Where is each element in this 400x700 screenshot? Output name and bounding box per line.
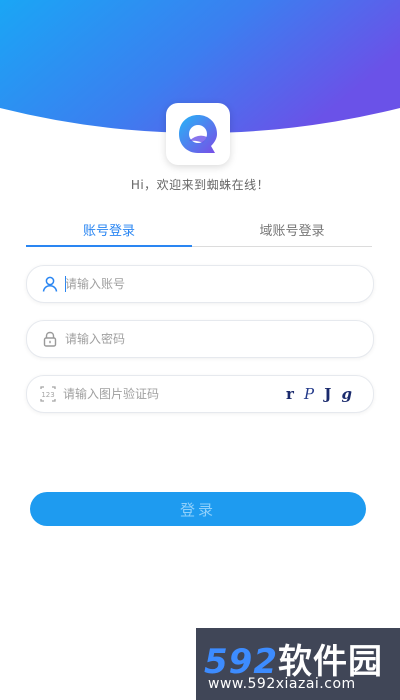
lock-icon <box>43 331 57 347</box>
login-tabs: 账号登录 域账号登录 <box>26 222 372 248</box>
tab-divider <box>192 246 372 247</box>
captcha-char: J <box>324 385 332 403</box>
welcome-text: Hi，欢迎来到蜘蛛在线！ <box>130 178 270 192</box>
active-tab-indicator <box>26 245 192 247</box>
tab-domain-login[interactable]: 域账号登录 <box>212 222 372 242</box>
watermark: 592软件园 www.592xiazai.com <box>196 628 400 700</box>
account-field[interactable] <box>26 265 374 303</box>
password-input[interactable] <box>65 329 285 349</box>
app-logo-icon <box>179 115 217 153</box>
login-button[interactable]: 登录 <box>30 492 366 526</box>
captcha-icon: 123 <box>40 386 56 402</box>
captcha-image[interactable]: r P J g <box>281 382 357 406</box>
captcha-char: g <box>341 385 352 403</box>
captcha-char: P <box>304 385 315 403</box>
svg-text:123: 123 <box>41 391 54 399</box>
app-logo <box>166 103 230 165</box>
captcha-char: r <box>286 385 294 403</box>
account-input[interactable] <box>65 274 285 294</box>
user-icon <box>42 276 58 292</box>
tab-account-login[interactable]: 账号登录 <box>26 222 192 242</box>
password-field[interactable] <box>26 320 374 358</box>
captcha-field[interactable]: 123 r P J g <box>26 375 374 413</box>
watermark-url: www.592xiazai.com <box>208 676 356 692</box>
captcha-input[interactable] <box>63 384 283 404</box>
